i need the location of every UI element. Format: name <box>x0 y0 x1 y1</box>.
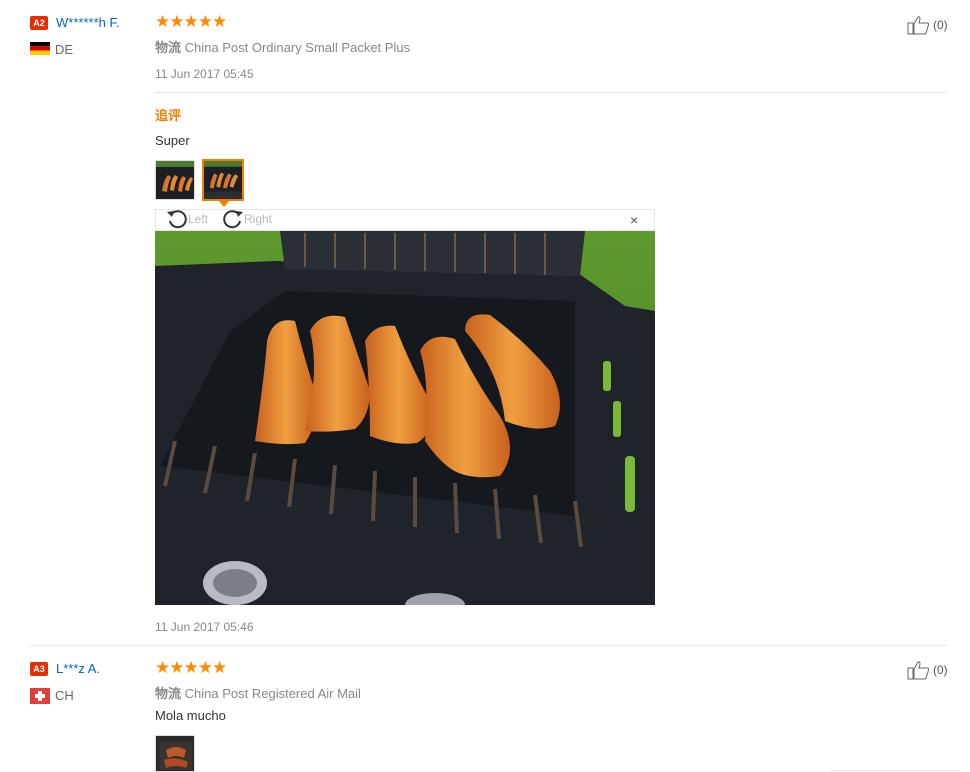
divider <box>155 92 947 93</box>
flag-ch-icon <box>30 688 50 704</box>
additional-review-date: 11 Jun 2017 05:46 <box>155 620 254 634</box>
review-photo-thumbnail-selected[interactable] <box>202 159 244 201</box>
review-photo-thumbnail[interactable] <box>155 160 195 200</box>
logistics-label: 物流 <box>155 686 182 701</box>
additional-review-text: Super <box>155 133 190 148</box>
reviewer-country: CH <box>55 688 74 703</box>
logistics-info: 物流 China Post Ordinary Small Packet Plus <box>155 37 410 56</box>
like-count: (0) <box>933 18 948 32</box>
buyer-level-badge: A3 <box>30 662 48 676</box>
selected-indicator-arrow <box>218 200 230 207</box>
review-text: Mola mucho <box>155 708 226 723</box>
review-date: 11 Jun 2017 05:45 <box>155 67 254 81</box>
rotate-left-button[interactable]: Left <box>166 208 208 230</box>
additional-review-label: 追评 <box>155 108 182 123</box>
review-photo-thumbnail[interactable] <box>155 735 195 772</box>
rotate-right-button[interactable]: Right <box>222 208 272 230</box>
bacon-photo-thumbnail-image <box>204 161 242 199</box>
reviewer-country: DE <box>55 42 74 57</box>
review-photo-thumbnail-image <box>156 736 194 771</box>
review-photo-large <box>155 231 655 605</box>
review-divider <box>30 645 947 646</box>
buyer-level-badge: A2 <box>30 16 48 30</box>
flag-de-icon <box>30 42 50 55</box>
star-rating: ★★★★★ <box>155 658 227 677</box>
logistics-method: China Post Ordinary Small Packet Plus <box>184 40 411 55</box>
thumbs-up-icon <box>907 16 930 35</box>
like-button[interactable]: (0) <box>907 15 948 35</box>
rotate-left-icon <box>167 210 187 229</box>
rotate-right-label: Right <box>244 212 273 226</box>
like-count: (0) <box>933 663 948 677</box>
logistics-info: 物流 China Post Registered Air Mail <box>155 683 361 702</box>
like-button[interactable]: (0) <box>907 660 948 680</box>
logistics-label: 物流 <box>155 40 182 55</box>
rotate-left-label: Left <box>188 212 209 226</box>
logistics-method: China Post Registered Air Mail <box>184 686 361 701</box>
reviewer-name[interactable]: L***z A. <box>56 661 100 676</box>
rotate-right-icon <box>223 210 243 229</box>
bacon-photo-thumbnail-image <box>156 161 194 199</box>
thumbs-up-icon <box>907 661 930 680</box>
divider <box>830 770 960 771</box>
close-viewer-button[interactable]: × <box>630 212 638 228</box>
reviewer-name[interactable]: W******h F. <box>56 15 120 30</box>
star-rating: ★★★★★ <box>155 12 227 31</box>
